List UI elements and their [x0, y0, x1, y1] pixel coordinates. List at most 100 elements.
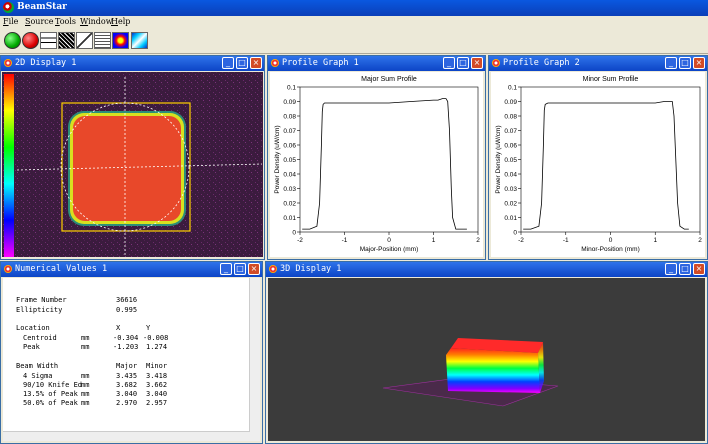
pct50-unit: mm	[81, 399, 90, 407]
app-title: BeamStar	[17, 2, 67, 12]
measure-icon[interactable]	[76, 32, 93, 49]
y-tick-label: 0	[292, 230, 296, 237]
y-tick-label: 0.03	[283, 186, 296, 193]
display2d-canvas[interactable]	[2, 72, 263, 257]
minimize-button[interactable]: _	[665, 57, 677, 69]
centroid-unit: mm	[81, 334, 90, 342]
ellipticity-label: Ellipticity	[16, 306, 63, 314]
pattern-icon[interactable]	[58, 32, 75, 49]
menu-file[interactable]: File	[3, 17, 18, 26]
sigma4-unit: mm	[81, 372, 90, 380]
centroid-y: -0.008	[143, 334, 169, 342]
profile2-title: Profile Graph 2	[503, 58, 580, 68]
display3d-title: 3D Display 1	[280, 264, 342, 274]
vertical-scrollbar[interactable]	[249, 278, 260, 441]
x-tick-label: 1	[653, 237, 657, 244]
menu-source[interactable]: Source	[25, 17, 54, 26]
numerical-title: Numerical Values 1	[15, 264, 108, 274]
sigma4-label: 4 Sigma	[23, 372, 53, 380]
color-square-icon[interactable]	[112, 32, 129, 49]
minor-header: Minor	[146, 362, 168, 370]
pct135-major: 3.040	[116, 390, 138, 398]
grid-icon[interactable]	[40, 32, 57, 49]
minimize-button[interactable]: _	[443, 57, 455, 69]
sigma4-minor: 3.418	[146, 372, 168, 380]
close-button[interactable]: ×	[693, 263, 705, 275]
beam-front-face	[446, 348, 540, 393]
menu-tools[interactable]: Tools	[55, 17, 76, 26]
profile1-plot-area[interactable]: Major Sum Profile 0 0.01 0.02 0.03 0.04 0.05 0.…	[270, 72, 483, 257]
y-tick-label: 0.08	[283, 114, 296, 121]
close-button[interactable]: ×	[693, 57, 705, 69]
pct135-unit: mm	[81, 390, 90, 398]
maximize-button[interactable]: □	[679, 263, 691, 275]
y-axis-label: Power Density (uW/cm)	[274, 125, 281, 193]
window-icon	[269, 265, 277, 273]
menu-help[interactable]: Help	[111, 17, 130, 26]
y-tick-label: 0.1	[508, 85, 517, 92]
y-tick-label: 0.02	[504, 201, 517, 208]
y-tick-label: 0.01	[283, 215, 296, 222]
y-tick-label: 0.08	[504, 114, 517, 121]
frame-number-value: 36616	[116, 296, 138, 304]
profile2-title-bar[interactable]: Profile Graph 2 _ □ ×	[489, 56, 707, 71]
maximize-button[interactable]: □	[679, 57, 691, 69]
peak-y: 1.274	[146, 343, 168, 351]
list-icon[interactable]	[94, 32, 111, 49]
menu-bar: File Source Tools Window Help	[0, 16, 708, 29]
maximize-button[interactable]: □	[236, 57, 248, 69]
close-button[interactable]: ×	[250, 57, 262, 69]
maximize-button[interactable]: □	[234, 263, 246, 275]
maximize-button[interactable]: □	[457, 57, 469, 69]
horizontal-scrollbar[interactable]	[3, 431, 250, 441]
window-icon	[492, 59, 500, 67]
profile1-title-bar[interactable]: Profile Graph 1 _ □ ×	[268, 56, 485, 71]
minimize-button[interactable]: _	[220, 263, 232, 275]
x-tick-label: 2	[476, 237, 480, 244]
profile-line	[523, 101, 689, 230]
y-tick-label: 0.04	[504, 172, 517, 179]
display2d-window: 2D Display 1 _ □ ×	[0, 55, 265, 260]
y-axis-label: Power Density (uW/cm)	[495, 125, 502, 193]
chart-title: Minor Sum Profile	[583, 76, 639, 83]
x-axis-label: Minor-Position (mm)	[581, 246, 640, 253]
centroid-x: -0.304	[113, 334, 139, 342]
window-icon	[4, 265, 12, 273]
app-logo-icon	[3, 2, 14, 13]
display3d-canvas[interactable]	[268, 278, 705, 441]
close-button[interactable]: ×	[471, 57, 483, 69]
y-tick-label: 0.02	[283, 201, 296, 208]
minimize-button[interactable]: _	[665, 263, 677, 275]
minimize-button[interactable]: _	[222, 57, 234, 69]
location-x-header: X	[116, 324, 121, 332]
knife-edge-minor: 3.662	[146, 381, 168, 389]
knife-edge-unit: mm	[81, 381, 90, 389]
profile2-plot-area[interactable]: Minor Sum Profile 0 0.01 0.02 0.03 0.04 0.05 0.…	[491, 72, 705, 257]
location-label: Location	[16, 324, 50, 332]
y-tick-label: 0	[513, 230, 517, 237]
menu-window[interactable]: Window	[80, 17, 113, 26]
x-tick-label: 0	[387, 237, 391, 244]
y-tick-label: 0.01	[504, 215, 517, 222]
ellipticity-value: 0.995	[116, 306, 138, 314]
display3d-title-bar[interactable]: 3D Display 1 _ □ ×	[266, 262, 707, 277]
start-green-icon[interactable]	[4, 32, 21, 49]
close-button[interactable]: ×	[248, 263, 260, 275]
pct135-minor: 3.040	[146, 390, 168, 398]
x-tick-label: 0	[609, 237, 613, 244]
pct50-label: 50.0% of Peak	[23, 399, 78, 407]
display2d-title-bar[interactable]: 2D Display 1 _ □ ×	[1, 56, 264, 71]
window-icon	[271, 59, 279, 67]
window-icon	[4, 59, 12, 67]
y-tick-label: 0.06	[504, 143, 517, 150]
y-tick-label: 0.06	[283, 143, 296, 150]
beam-3d-render	[382, 338, 559, 407]
y-tick-label: 0.09	[504, 99, 517, 106]
peak-label: Peak	[23, 343, 40, 351]
y-tick-label: 0.09	[283, 99, 296, 106]
numerical-title-bar[interactable]: Numerical Values 1 _ □ ×	[1, 262, 262, 277]
chart-title: Major Sum Profile	[361, 76, 417, 83]
beam-3d-icon[interactable]	[131, 32, 148, 49]
x-tick-label: 2	[698, 237, 702, 244]
stop-red-icon[interactable]	[22, 32, 39, 49]
